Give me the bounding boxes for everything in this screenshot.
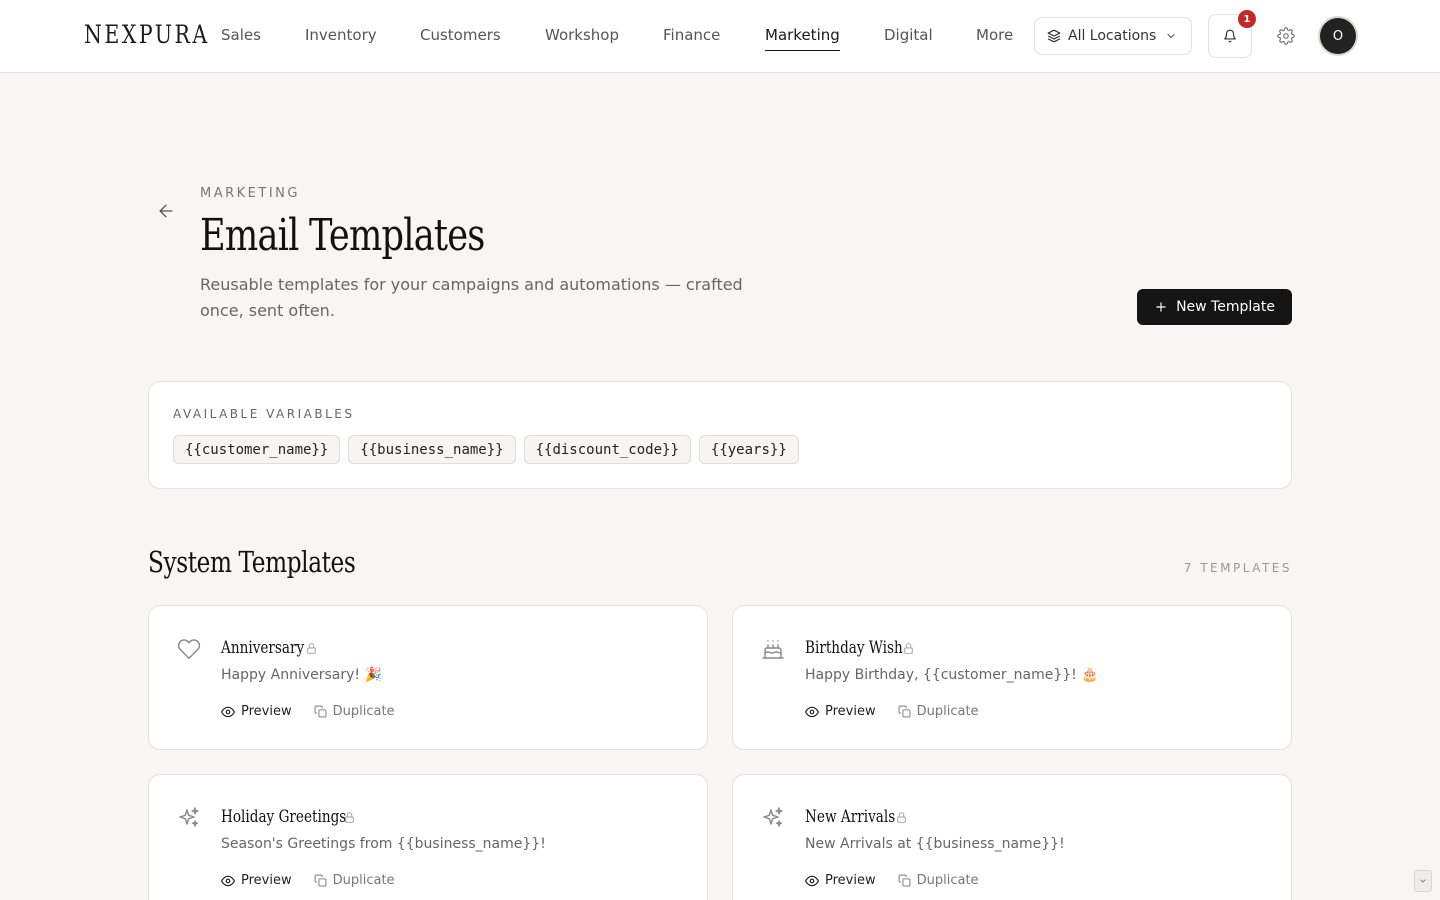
variable-chip-list: {{customer_name}} {{business_name}} {{di…	[173, 435, 799, 464]
duplicate-label: Duplicate	[916, 704, 979, 719]
template-name: Anniversary	[221, 638, 305, 658]
copy-icon	[314, 874, 327, 887]
template-card-holiday-greetings[interactable]: Holiday Greetings Season's Greetings fro…	[148, 774, 708, 900]
template-count: 7 TEMPLATES	[1183, 561, 1292, 575]
page-eyebrow: MARKETING	[200, 186, 300, 201]
nav-item-workshop[interactable]: Workshop	[545, 26, 619, 44]
chevron-down-icon	[1165, 30, 1177, 42]
duplicate-button[interactable]: Duplicate	[314, 873, 395, 888]
chevron-down-icon	[1419, 877, 1427, 885]
card-actions: Preview Duplicate	[221, 704, 395, 719]
preview-label: Preview	[825, 704, 876, 719]
layers-icon	[1047, 29, 1061, 43]
duplicate-label: Duplicate	[916, 873, 979, 888]
gear-icon	[1277, 27, 1295, 45]
back-button[interactable]	[155, 200, 177, 222]
new-template-label: New Template	[1176, 299, 1275, 315]
page-subtitle: Reusable templates for your campaigns an…	[200, 275, 743, 320]
eye-icon	[221, 706, 235, 717]
lock-icon	[305, 640, 319, 654]
settings-button[interactable]	[1274, 24, 1298, 48]
variable-chip[interactable]: {{customer_name}}	[173, 435, 341, 464]
section-title: System Templates	[148, 545, 356, 579]
template-name: Holiday Greetings	[221, 807, 347, 827]
scroll-down-indicator[interactable]	[1414, 870, 1432, 892]
lock-icon	[895, 809, 909, 823]
copy-icon	[898, 705, 911, 718]
copy-icon	[898, 874, 911, 887]
brand-logo[interactable]: NEXPURA	[84, 20, 210, 49]
nav-item-sales[interactable]: Sales	[221, 26, 261, 44]
copy-icon	[314, 705, 327, 718]
template-card-birthday-wish[interactable]: Birthday Wish Happy Birthday, {{customer…	[732, 605, 1292, 750]
variable-chip[interactable]: {{business_name}}	[348, 435, 516, 464]
sparkles-icon	[761, 806, 785, 830]
eye-icon	[805, 706, 819, 717]
lock-icon	[343, 809, 357, 823]
template-subject: Season's Greetings from {{business_name}…	[221, 836, 546, 852]
card-actions: Preview Duplicate	[805, 704, 979, 719]
new-template-button[interactable]: New Template	[1137, 289, 1292, 325]
preview-button[interactable]: Preview	[221, 704, 292, 719]
template-name: New Arrivals	[805, 807, 896, 827]
template-subject: Happy Anniversary! 🎉	[221, 667, 382, 683]
template-name: Birthday Wish	[805, 638, 903, 658]
template-subject: New Arrivals at {{business_name}}!	[805, 836, 1065, 852]
preview-label: Preview	[241, 704, 292, 719]
nav-item-more[interactable]: More	[976, 26, 1013, 44]
nav-item-marketing[interactable]: Marketing	[765, 26, 840, 51]
duplicate-label: Duplicate	[332, 873, 395, 888]
notification-count-badge: 1	[1238, 10, 1256, 28]
plus-icon	[1154, 300, 1168, 314]
preview-button[interactable]: Preview	[805, 704, 876, 719]
preview-label: Preview	[241, 873, 292, 888]
card-actions: Preview Duplicate	[805, 873, 979, 888]
duplicate-button[interactable]: Duplicate	[898, 704, 979, 719]
cake-icon	[761, 637, 785, 661]
lock-icon	[902, 640, 916, 654]
variables-label: AVAILABLE VARIABLES	[173, 407, 355, 421]
variable-chip[interactable]: {{discount_code}}	[523, 435, 691, 464]
preview-label: Preview	[825, 873, 876, 888]
user-avatar[interactable]: O	[1320, 18, 1356, 54]
preview-button[interactable]: Preview	[805, 873, 876, 888]
template-subject: Happy Birthday, {{customer_name}}! 🎂	[805, 667, 1099, 683]
eye-icon	[805, 875, 819, 886]
location-selector[interactable]: All Locations	[1034, 17, 1192, 55]
preview-button[interactable]: Preview	[221, 873, 292, 888]
eye-icon	[221, 875, 235, 886]
nav-item-digital[interactable]: Digital	[884, 26, 933, 44]
sparkles-icon	[177, 806, 201, 830]
page-title: Email Templates	[200, 210, 485, 261]
variable-chip[interactable]: {{years}}	[698, 435, 799, 464]
template-card-new-arrivals[interactable]: New Arrivals New Arrivals at {{business_…	[732, 774, 1292, 900]
location-selector-label: All Locations	[1068, 28, 1157, 44]
card-actions: Preview Duplicate	[221, 873, 395, 888]
nav-item-inventory[interactable]: Inventory	[305, 26, 377, 44]
nav-item-customers[interactable]: Customers	[420, 26, 501, 44]
duplicate-label: Duplicate	[332, 704, 395, 719]
bell-icon	[1223, 29, 1237, 43]
duplicate-button[interactable]: Duplicate	[898, 873, 979, 888]
heart-icon	[177, 637, 201, 661]
nav-item-finance[interactable]: Finance	[663, 26, 720, 44]
template-card-anniversary[interactable]: Anniversary Happy Anniversary! 🎉 Preview…	[148, 605, 708, 750]
duplicate-button[interactable]: Duplicate	[314, 704, 395, 719]
top-navigation-bar: NEXPURA Sales Inventory Customers Worksh…	[0, 0, 1440, 73]
arrow-left-icon	[156, 201, 176, 221]
available-variables-panel: AVAILABLE VARIABLES {{customer_name}} {{…	[148, 381, 1292, 489]
